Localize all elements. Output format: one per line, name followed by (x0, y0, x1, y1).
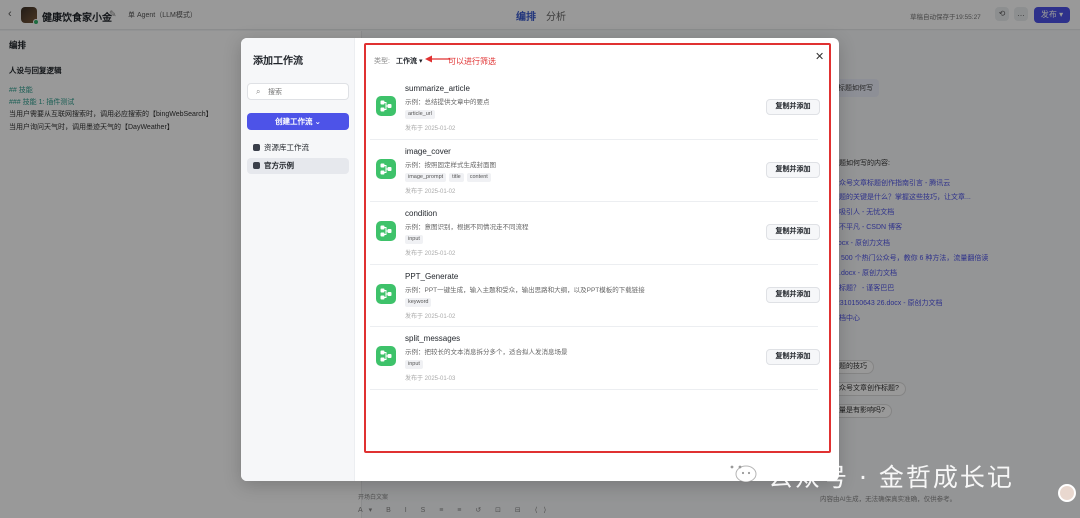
workflow-list: summarize_article 示例：总结提供文章中的要点 article_ur… (370, 77, 820, 390)
copy-and-add-button[interactable]: 复制并添加 (766, 286, 820, 303)
publish-date: 发布于 2025-01-03 (405, 376, 456, 383)
workflow-search[interactable]: ⌕ (247, 83, 349, 100)
workflow-row[interactable]: condition 示例：意图识别，根据不同情况走不同流程 input 发布于 202… (370, 202, 820, 265)
workflow-row[interactable]: split_messages 示例：把较长的文本消息拆分多个，适合拟人发消息场景 i… (370, 327, 820, 390)
publish-date: 发布于 2025-01-02 (405, 251, 456, 258)
search-icon: ⌕ (256, 87, 261, 96)
workflow-icon (376, 221, 396, 242)
workflow-name: summarize_article (405, 84, 470, 93)
workflow-row[interactable]: PPT_Generate 示例：PPT一键生成，输入主题和受众，输出思路和大纲，以… (370, 265, 820, 328)
workflow-list-panel: ✕ 类型: 工作流 ▾ 可以进行筛选 summarize_article 示例：总… (355, 38, 839, 481)
workflow-params: article_url (405, 108, 438, 119)
type-filter-dropdown[interactable]: 工作流 ▾ (396, 56, 422, 66)
publish-date: 发布于 2025-01-02 (405, 126, 456, 132)
workflow-params: keyword (405, 296, 434, 307)
annotation-text: 可以进行筛选 (448, 57, 496, 66)
param-tag: image_prompt (405, 172, 447, 182)
copy-and-add-button[interactable]: 复制并添加 (766, 349, 820, 366)
workflow-icon (376, 96, 396, 116)
param-tag: input (405, 360, 423, 370)
workflow-icon (376, 158, 396, 179)
copy-and-add-button[interactable]: 复制并添加 (766, 161, 820, 178)
param-tag: article_url (405, 110, 435, 119)
sidebar-item-official-examples[interactable]: 官方示例 (247, 158, 349, 174)
workflow-description: 示例：总结提供文章中的要点 (405, 99, 490, 106)
user-avatar[interactable] (1058, 484, 1076, 502)
param-tag: keyword (405, 297, 432, 307)
workflow-params: input (405, 233, 426, 245)
watermark-text: 公众号 · 金哲成长记 (768, 463, 1014, 492)
workflow-icon (376, 283, 396, 304)
search-input[interactable] (268, 86, 346, 98)
workflow-description: 示例：PPT一键生成，输入主题和受众，输出思路和大纲，以及PPT模板的下载链接 (405, 286, 645, 294)
workflow-params: input (405, 358, 426, 370)
dialog-sidebar: 添加工作流 ⌕ 创建工作流 ⌄ 资源库工作流 官方示例 (241, 38, 355, 481)
workflow-name: image_cover (405, 146, 451, 156)
param-tag: input (405, 235, 423, 245)
workflow-name: split_messages (405, 334, 461, 344)
workflow-library-icon (253, 144, 260, 151)
filter-label: 类型: (374, 58, 390, 65)
workflow-name: condition (405, 209, 438, 219)
workflow-icon (376, 346, 396, 367)
official-example-icon (253, 162, 260, 169)
create-workflow-button[interactable]: 创建工作流 ⌄ (247, 113, 349, 130)
close-icon[interactable]: ✕ (815, 50, 824, 63)
workflow-description: 示例：意图识别，根据不同情况走不同流程 (405, 224, 529, 232)
workflow-description: 示例：把较长的文本消息拆分多个，适合拟人发消息场景 (405, 349, 568, 357)
publish-date: 发布于 2025-01-02 (405, 188, 456, 195)
workflow-row[interactable]: image_cover 示例：按照固定样式生成封面图 image_prompt tit… (370, 140, 820, 203)
workflow-row[interactable]: summarize_article 示例：总结提供文章中的要点 article_ur… (370, 77, 820, 140)
copy-and-add-button[interactable]: 复制并添加 (766, 224, 820, 241)
workflow-name: PPT_Generate (405, 271, 459, 281)
param-tag: title (449, 172, 464, 182)
copy-and-add-button[interactable]: 复制并添加 (766, 99, 820, 115)
publish-date: 发布于 2025-01-02 (405, 313, 456, 320)
add-workflow-dialog: 添加工作流 ⌕ 创建工作流 ⌄ 资源库工作流 官方示例 ✕ 类型: 工作流 ▾ … (241, 38, 839, 481)
dialog-title: 添加工作流 (253, 56, 303, 67)
workflow-params: image_prompt title content (405, 171, 494, 182)
wechat-logo-icon (724, 459, 757, 483)
workflow-description: 示例：按照固定样式生成封面图 (405, 161, 496, 169)
sidebar-item-library-workflows[interactable]: 资源库工作流 (247, 140, 349, 156)
param-tag: content (466, 172, 491, 182)
